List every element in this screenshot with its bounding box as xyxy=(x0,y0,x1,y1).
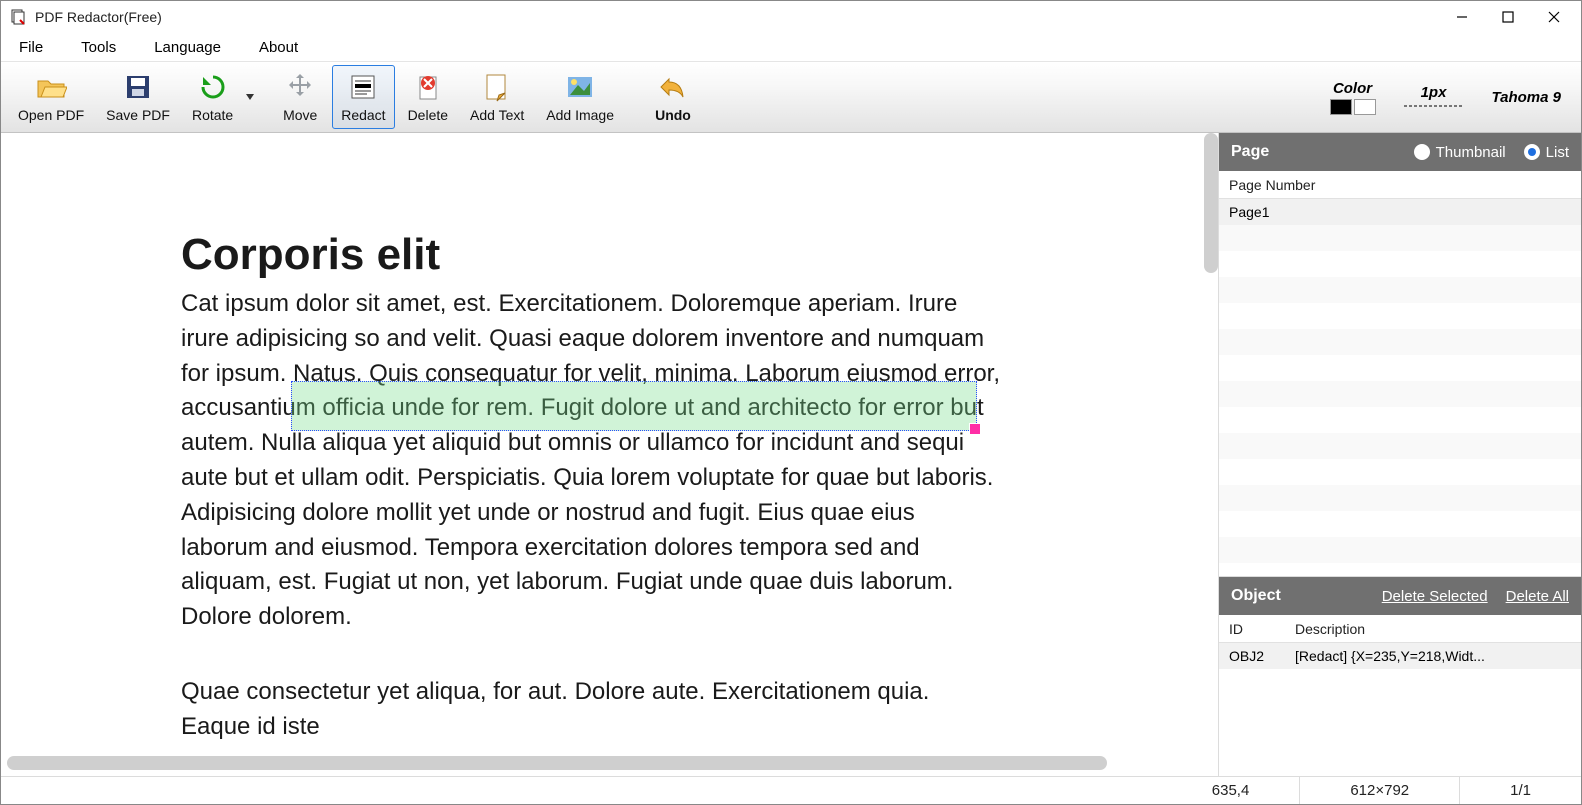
folder-open-icon xyxy=(35,71,67,103)
add-image-button[interactable]: Add Image xyxy=(537,65,623,129)
horizontal-scrollbar[interactable] xyxy=(7,756,1107,770)
menu-bar: File Tools Language About xyxy=(1,33,1581,61)
rotate-button[interactable]: Rotate xyxy=(183,65,242,129)
add-text-button[interactable]: Add Text xyxy=(461,65,533,129)
open-pdf-label: Open PDF xyxy=(18,107,84,123)
rotate-label: Rotate xyxy=(192,107,233,123)
close-button[interactable] xyxy=(1531,1,1577,33)
workspace: Corporis elit Cat ipsum dolor sit amet, … xyxy=(1,133,1581,776)
app-icon xyxy=(11,9,27,25)
undo-label: Undo xyxy=(655,107,691,123)
undo-button[interactable]: Undo xyxy=(645,65,701,129)
add-text-icon xyxy=(481,71,513,103)
menu-tools[interactable]: Tools xyxy=(77,37,120,58)
doc-paragraph-2: Quae consectetur yet aliqua, for aut. Do… xyxy=(181,675,1001,745)
redact-button[interactable]: Redact xyxy=(332,65,394,129)
toolbar: Open PDF Save PDF Rotate Move Redact Del… xyxy=(1,61,1581,133)
delete-selected-link[interactable]: Delete Selected xyxy=(1382,588,1488,605)
doc-heading: Corporis elit xyxy=(181,233,1001,277)
side-panel: Page Thumbnail List Page Number Page1 Ob… xyxy=(1219,133,1581,776)
vertical-scrollbar[interactable] xyxy=(1204,133,1218,273)
add-text-label: Add Text xyxy=(470,107,524,123)
maximize-button[interactable] xyxy=(1485,1,1531,33)
add-image-icon xyxy=(564,71,596,103)
menu-file[interactable]: File xyxy=(15,37,47,58)
line-width-picker[interactable]: 1px xyxy=(1404,84,1464,111)
object-id-column: ID xyxy=(1229,621,1295,637)
page-panel-title: Page xyxy=(1231,143,1269,161)
delete-label: Delete xyxy=(408,107,448,123)
delete-all-link[interactable]: Delete All xyxy=(1506,588,1569,605)
menu-language[interactable]: Language xyxy=(150,37,225,58)
menu-about[interactable]: About xyxy=(255,37,302,58)
object-list[interactable]: OBJ2 [Redact] {X=235,Y=218,Widt... xyxy=(1219,643,1581,776)
view-list-radio[interactable]: List xyxy=(1524,144,1569,161)
open-pdf-button[interactable]: Open PDF xyxy=(9,65,93,129)
rotate-icon xyxy=(197,71,229,103)
status-coordinates: 635,4 xyxy=(1162,777,1300,804)
object-list-header: ID Description xyxy=(1219,615,1581,643)
doc-paragraph-1: Cat ipsum dolor sit amet, est. Exercitat… xyxy=(181,287,1001,635)
page-list-header: Page Number xyxy=(1219,171,1581,199)
page-panel-header: Page Thumbnail List xyxy=(1219,133,1581,171)
background-swatch[interactable] xyxy=(1354,99,1376,115)
title-bar: PDF Redactor(Free) xyxy=(1,1,1581,33)
color-label: Color xyxy=(1333,80,1372,97)
move-button[interactable]: Move xyxy=(272,65,328,129)
rotate-dropdown[interactable] xyxy=(242,65,258,129)
redact-label: Redact xyxy=(341,107,385,123)
status-bar: 635,4 612×792 1/1 xyxy=(1,776,1581,804)
app-title: PDF Redactor(Free) xyxy=(35,9,162,25)
document-canvas[interactable]: Corporis elit Cat ipsum dolor sit amet, … xyxy=(1,133,1219,776)
status-dimensions: 612×792 xyxy=(1299,777,1459,804)
object-panel-header: Object Delete Selected Delete All xyxy=(1219,577,1581,615)
save-icon xyxy=(122,71,154,103)
font-picker[interactable]: Tahoma 9 xyxy=(1492,89,1561,106)
object-desc-column: Description xyxy=(1295,621,1365,637)
font-label: Tahoma 9 xyxy=(1492,89,1561,106)
delete-button[interactable]: Delete xyxy=(399,65,457,129)
page-list[interactable]: Page1 xyxy=(1219,199,1581,576)
status-page-count: 1/1 xyxy=(1459,777,1581,804)
line-width-label: 1px xyxy=(1421,84,1447,101)
minimize-button[interactable] xyxy=(1439,1,1485,33)
move-icon xyxy=(284,71,316,103)
object-list-item[interactable]: OBJ2 [Redact] {X=235,Y=218,Widt... xyxy=(1219,643,1581,669)
undo-icon xyxy=(657,71,689,103)
object-panel-title: Object xyxy=(1231,587,1281,605)
page-number-column: Page Number xyxy=(1229,177,1315,193)
redact-icon xyxy=(347,71,379,103)
foreground-swatch[interactable] xyxy=(1330,99,1352,115)
save-pdf-label: Save PDF xyxy=(106,107,170,123)
save-pdf-button[interactable]: Save PDF xyxy=(97,65,179,129)
move-label: Move xyxy=(283,107,317,123)
delete-icon xyxy=(412,71,444,103)
color-picker[interactable]: Color xyxy=(1330,80,1376,115)
pdf-page: Corporis elit Cat ipsum dolor sit amet, … xyxy=(1,133,1181,776)
redaction-selection[interactable] xyxy=(291,381,977,431)
add-image-label: Add Image xyxy=(546,107,614,123)
page-list-item[interactable]: Page1 xyxy=(1219,199,1581,225)
view-thumbnail-radio[interactable]: Thumbnail xyxy=(1414,144,1506,161)
